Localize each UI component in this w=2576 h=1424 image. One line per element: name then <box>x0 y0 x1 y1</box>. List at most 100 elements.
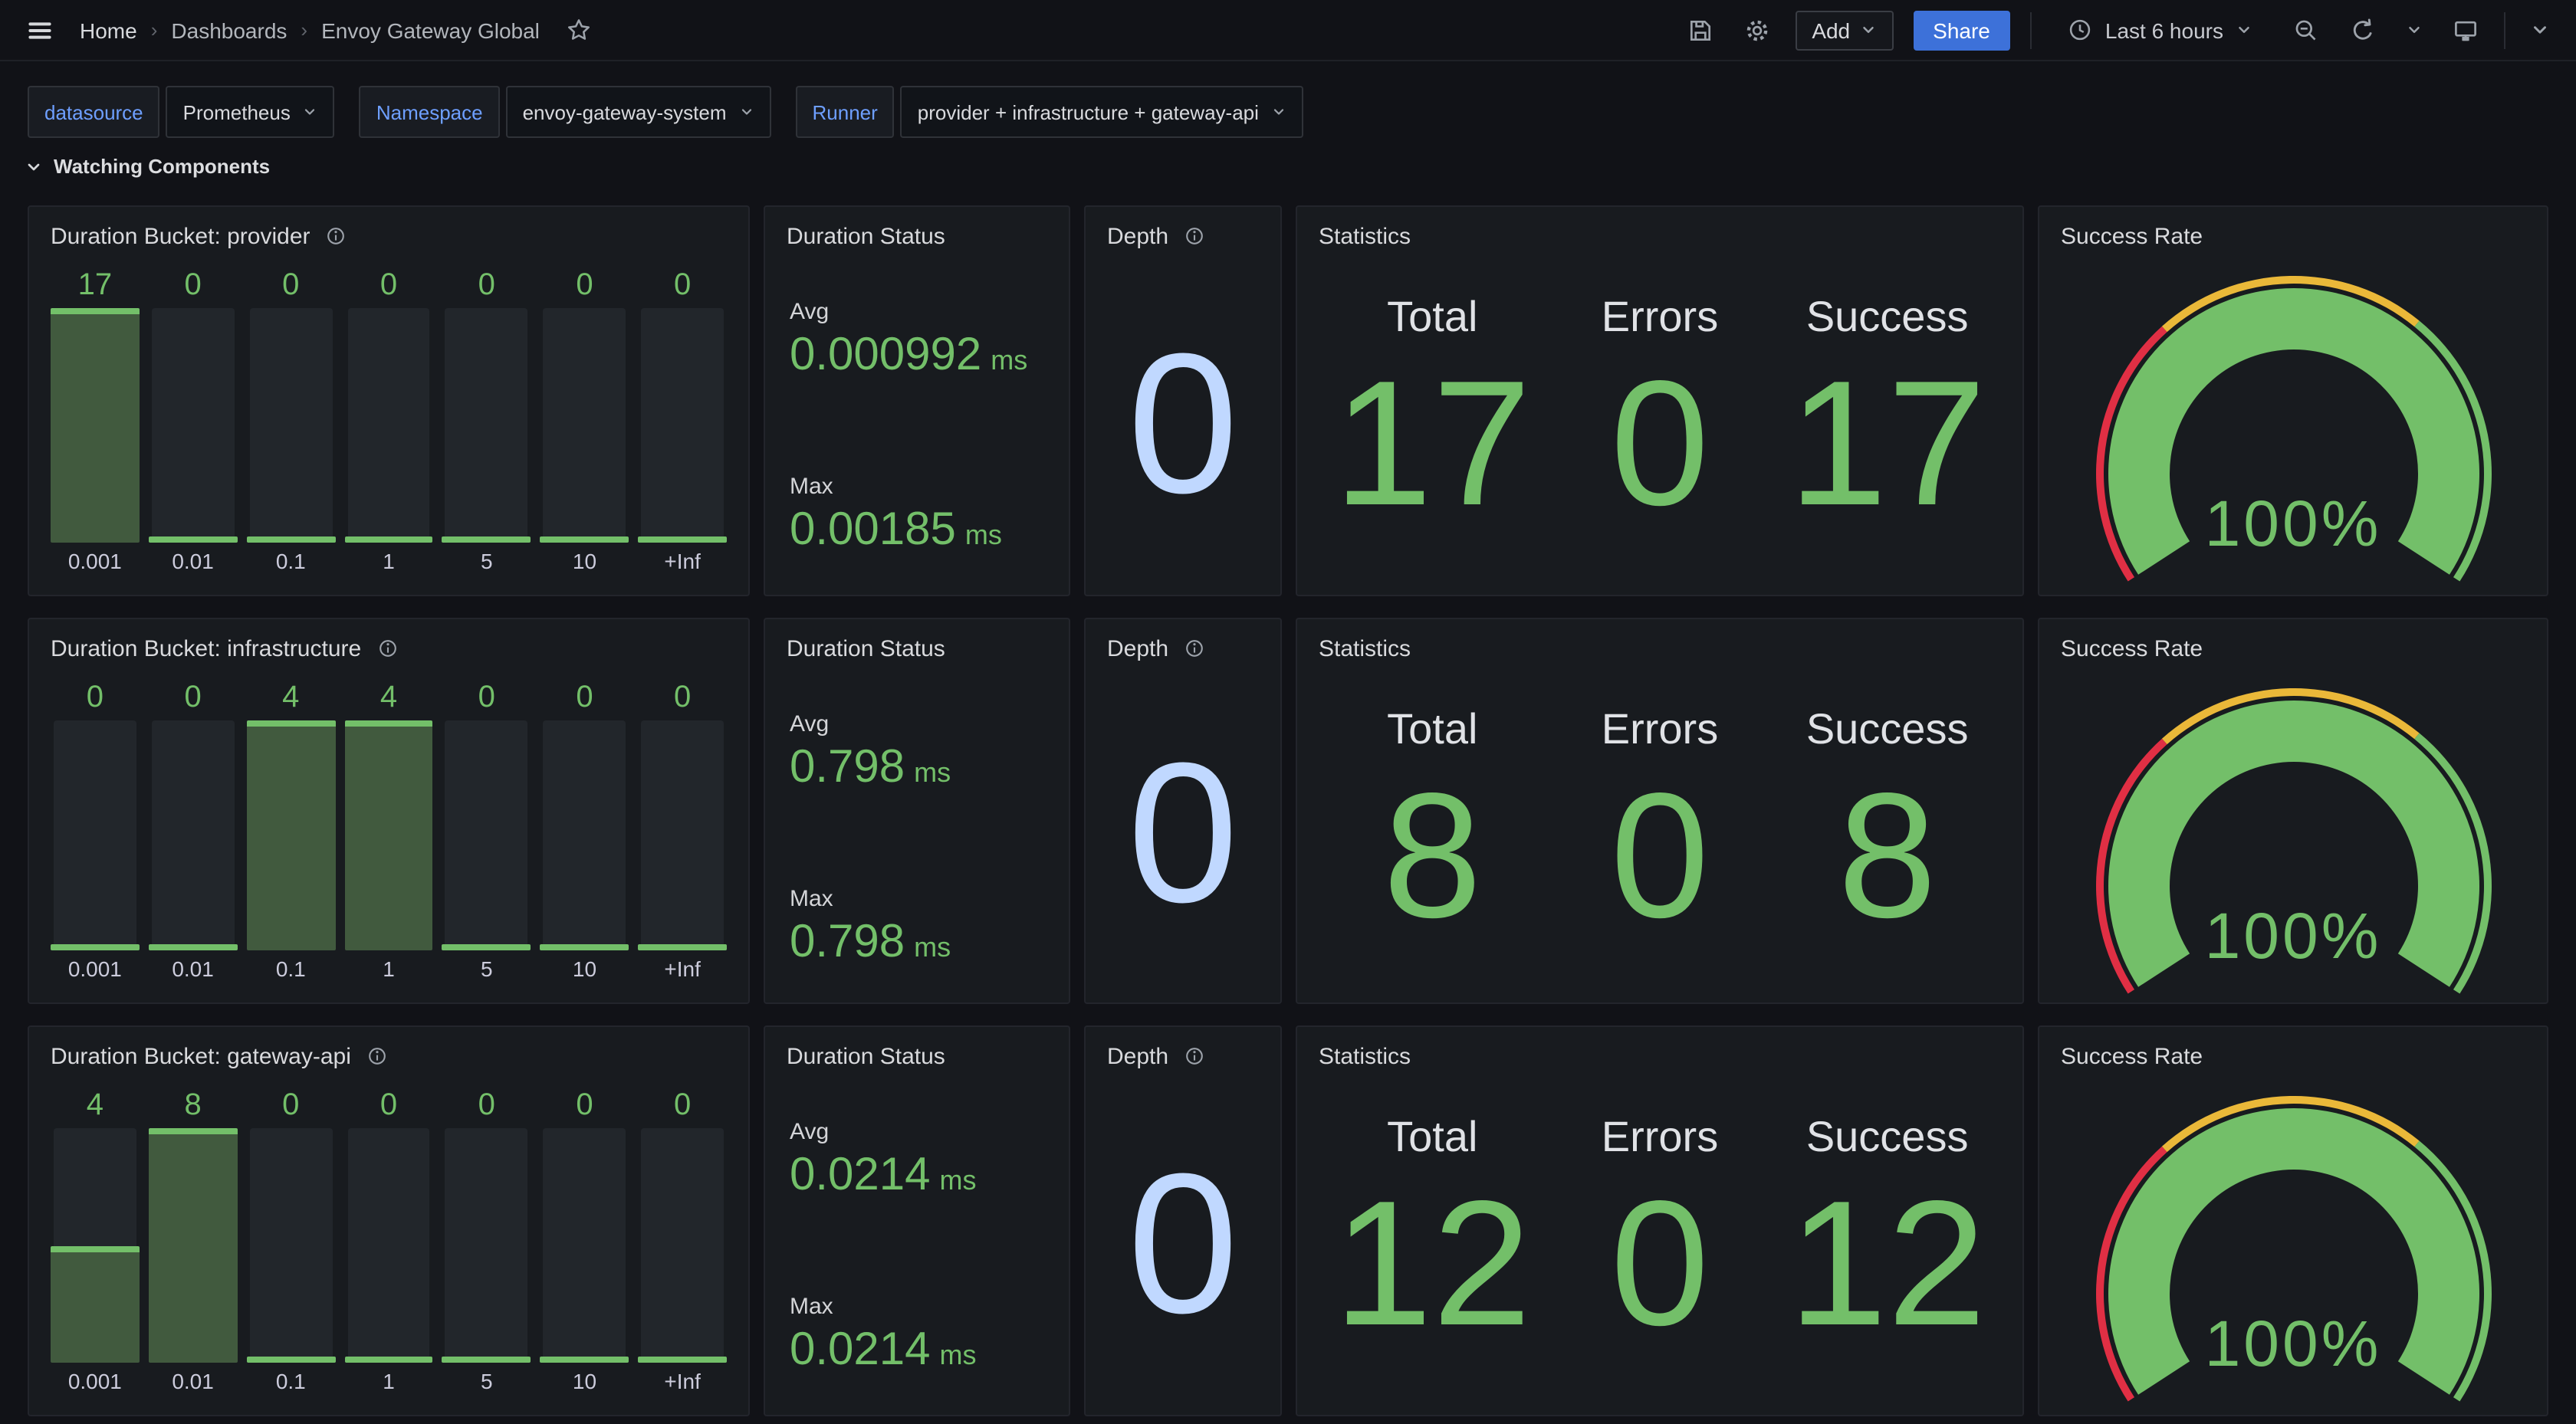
dashboard-row: Duration Bucket: gateway-api 40.00180.01… <box>28 1025 2548 1416</box>
bar <box>344 720 433 950</box>
save-button[interactable] <box>1681 11 1718 48</box>
stat-errors: Errors 0 <box>1546 265 1774 573</box>
panel-header: Statistics <box>1297 1027 2022 1085</box>
zoom-out-time-button[interactable] <box>2288 11 2325 48</box>
bar-column: 05 <box>442 681 531 990</box>
bar-track <box>641 1128 724 1363</box>
bar-bucket-label: 1 <box>344 1369 433 1403</box>
panel-title[interactable]: Success Rate <box>2061 635 2203 661</box>
avg-value: 0.0214ms <box>790 1153 977 1199</box>
panel-title[interactable]: Duration Bucket: infrastructure <box>51 635 361 661</box>
bar-track <box>54 720 136 950</box>
bar-bucket-label: 5 <box>442 956 531 990</box>
settings-button[interactable] <box>1738 11 1775 48</box>
bar <box>246 308 335 543</box>
panel-title[interactable]: Duration Status <box>787 635 945 661</box>
bar-value-label: 0 <box>344 268 433 305</box>
bar-bucket-label: 5 <box>442 549 531 582</box>
stat-value: 0 <box>1546 766 1774 944</box>
dashboard-row: Duration Bucket: provider 170.00100.0100… <box>28 205 2548 596</box>
menu-icon <box>26 16 54 44</box>
stats-columns: Total 12 Errors 0 Success 12 <box>1319 1085 2001 1393</box>
panel-title[interactable]: Statistics <box>1319 223 1411 249</box>
info-icon[interactable] <box>326 225 347 247</box>
bar-column: 00.01 <box>149 681 238 990</box>
panel-title[interactable]: Depth <box>1107 635 1168 661</box>
row-toggle-watching-components[interactable]: Watching Components <box>25 155 270 178</box>
bar <box>638 720 727 950</box>
panel-title[interactable]: Success Rate <box>2061 1043 2203 1069</box>
bar-value-label: 0 <box>246 268 335 305</box>
refresh-button[interactable] <box>2344 11 2381 48</box>
panel-title[interactable]: Depth <box>1107 1043 1168 1069</box>
chevron-down-icon <box>739 104 754 120</box>
bar <box>344 1128 433 1363</box>
refresh-icon <box>2349 16 2377 44</box>
panel-header: Success Rate <box>2039 1027 2547 1085</box>
unit-label: ms <box>991 345 1027 376</box>
info-icon[interactable] <box>366 1045 388 1067</box>
bar-value-label: 0 <box>442 268 531 305</box>
unit-label: ms <box>940 1165 977 1196</box>
collapse-nav-button[interactable] <box>2525 15 2555 44</box>
panel-title[interactable]: Success Rate <box>2061 223 2203 249</box>
depth-value: 0 <box>1086 678 1280 987</box>
favorite-button[interactable] <box>561 12 596 48</box>
bar-bucket-label: 0.001 <box>51 956 140 990</box>
panel-title[interactable]: Duration Status <box>787 223 945 249</box>
bar <box>442 308 531 543</box>
stat-value: 12 <box>1773 1174 2001 1352</box>
chevron-down-icon <box>2530 20 2550 40</box>
dashboard-row: Duration Bucket: infrastructure 00.00100… <box>28 618 2548 1004</box>
stats-columns: Total 17 Errors 0 Success 17 <box>1319 265 2001 573</box>
panel-title[interactable]: Statistics <box>1319 1043 1411 1069</box>
bar-track <box>544 720 626 950</box>
panel-title[interactable]: Statistics <box>1319 635 1411 661</box>
panel-header: Statistics <box>1297 619 2022 678</box>
max-label: Max <box>790 1294 977 1320</box>
panel-title[interactable]: Depth <box>1107 223 1168 249</box>
unit-label: ms <box>914 757 951 788</box>
stat-value: 0 <box>1546 354 1774 532</box>
panel-success-rate: Success Rate 100% <box>2038 205 2548 596</box>
bar-bucket-label: +Inf <box>638 956 727 990</box>
add-button[interactable]: Add <box>1795 10 1893 50</box>
breadcrumb-current[interactable]: Envoy Gateway Global <box>321 18 540 42</box>
variable-value-dropdown[interactable]: Prometheus <box>166 86 335 138</box>
bar-value-label: 0 <box>638 268 727 305</box>
bar-column: 010 <box>540 681 629 990</box>
clock-icon <box>2067 17 2093 43</box>
variable-value-dropdown[interactable]: envoy-gateway-system <box>506 86 771 138</box>
max-value: 0.798ms <box>790 920 951 966</box>
chevron-down-icon <box>2236 21 2252 38</box>
info-icon[interactable] <box>1184 1045 1205 1067</box>
refresh-interval-dropdown[interactable] <box>2401 17 2427 43</box>
info-icon[interactable] <box>376 638 398 659</box>
info-icon[interactable] <box>1184 638 1205 659</box>
variable-value: provider + infrastructure + gateway-api <box>918 100 1259 123</box>
time-range-picker[interactable]: Last 6 hours <box>2052 10 2268 50</box>
panel-title[interactable]: Duration Status <box>787 1043 945 1069</box>
panel-title[interactable]: Duration Bucket: gateway-api <box>51 1043 351 1069</box>
bar-column: 01 <box>344 268 433 582</box>
stat-value: 0 <box>1546 1174 1774 1352</box>
panel-title[interactable]: Duration Bucket: provider <box>51 223 310 249</box>
panel-header: Duration Status <box>765 1027 1069 1085</box>
variable-value-dropdown[interactable]: provider + infrastructure + gateway-api <box>901 86 1303 138</box>
breadcrumb-dashboards[interactable]: Dashboards <box>171 18 287 42</box>
stat-errors: Errors 0 <box>1546 678 1774 981</box>
menu-button[interactable] <box>21 11 58 48</box>
kiosk-mode-button[interactable] <box>2447 11 2484 48</box>
bar-fill <box>540 536 629 543</box>
info-icon[interactable] <box>1184 225 1205 247</box>
bar-value-label: 8 <box>149 1088 238 1125</box>
bar <box>638 308 727 543</box>
bar-column: 170.001 <box>51 268 140 582</box>
bar <box>540 1128 629 1363</box>
bar-track <box>347 1128 430 1363</box>
share-button[interactable]: Share <box>1913 10 2010 50</box>
breadcrumb-home[interactable]: Home <box>80 18 137 42</box>
avg-value: 0.798ms <box>790 745 951 791</box>
bar-value-label: 0 <box>540 1088 629 1125</box>
breadcrumb-separator: › <box>151 18 158 41</box>
